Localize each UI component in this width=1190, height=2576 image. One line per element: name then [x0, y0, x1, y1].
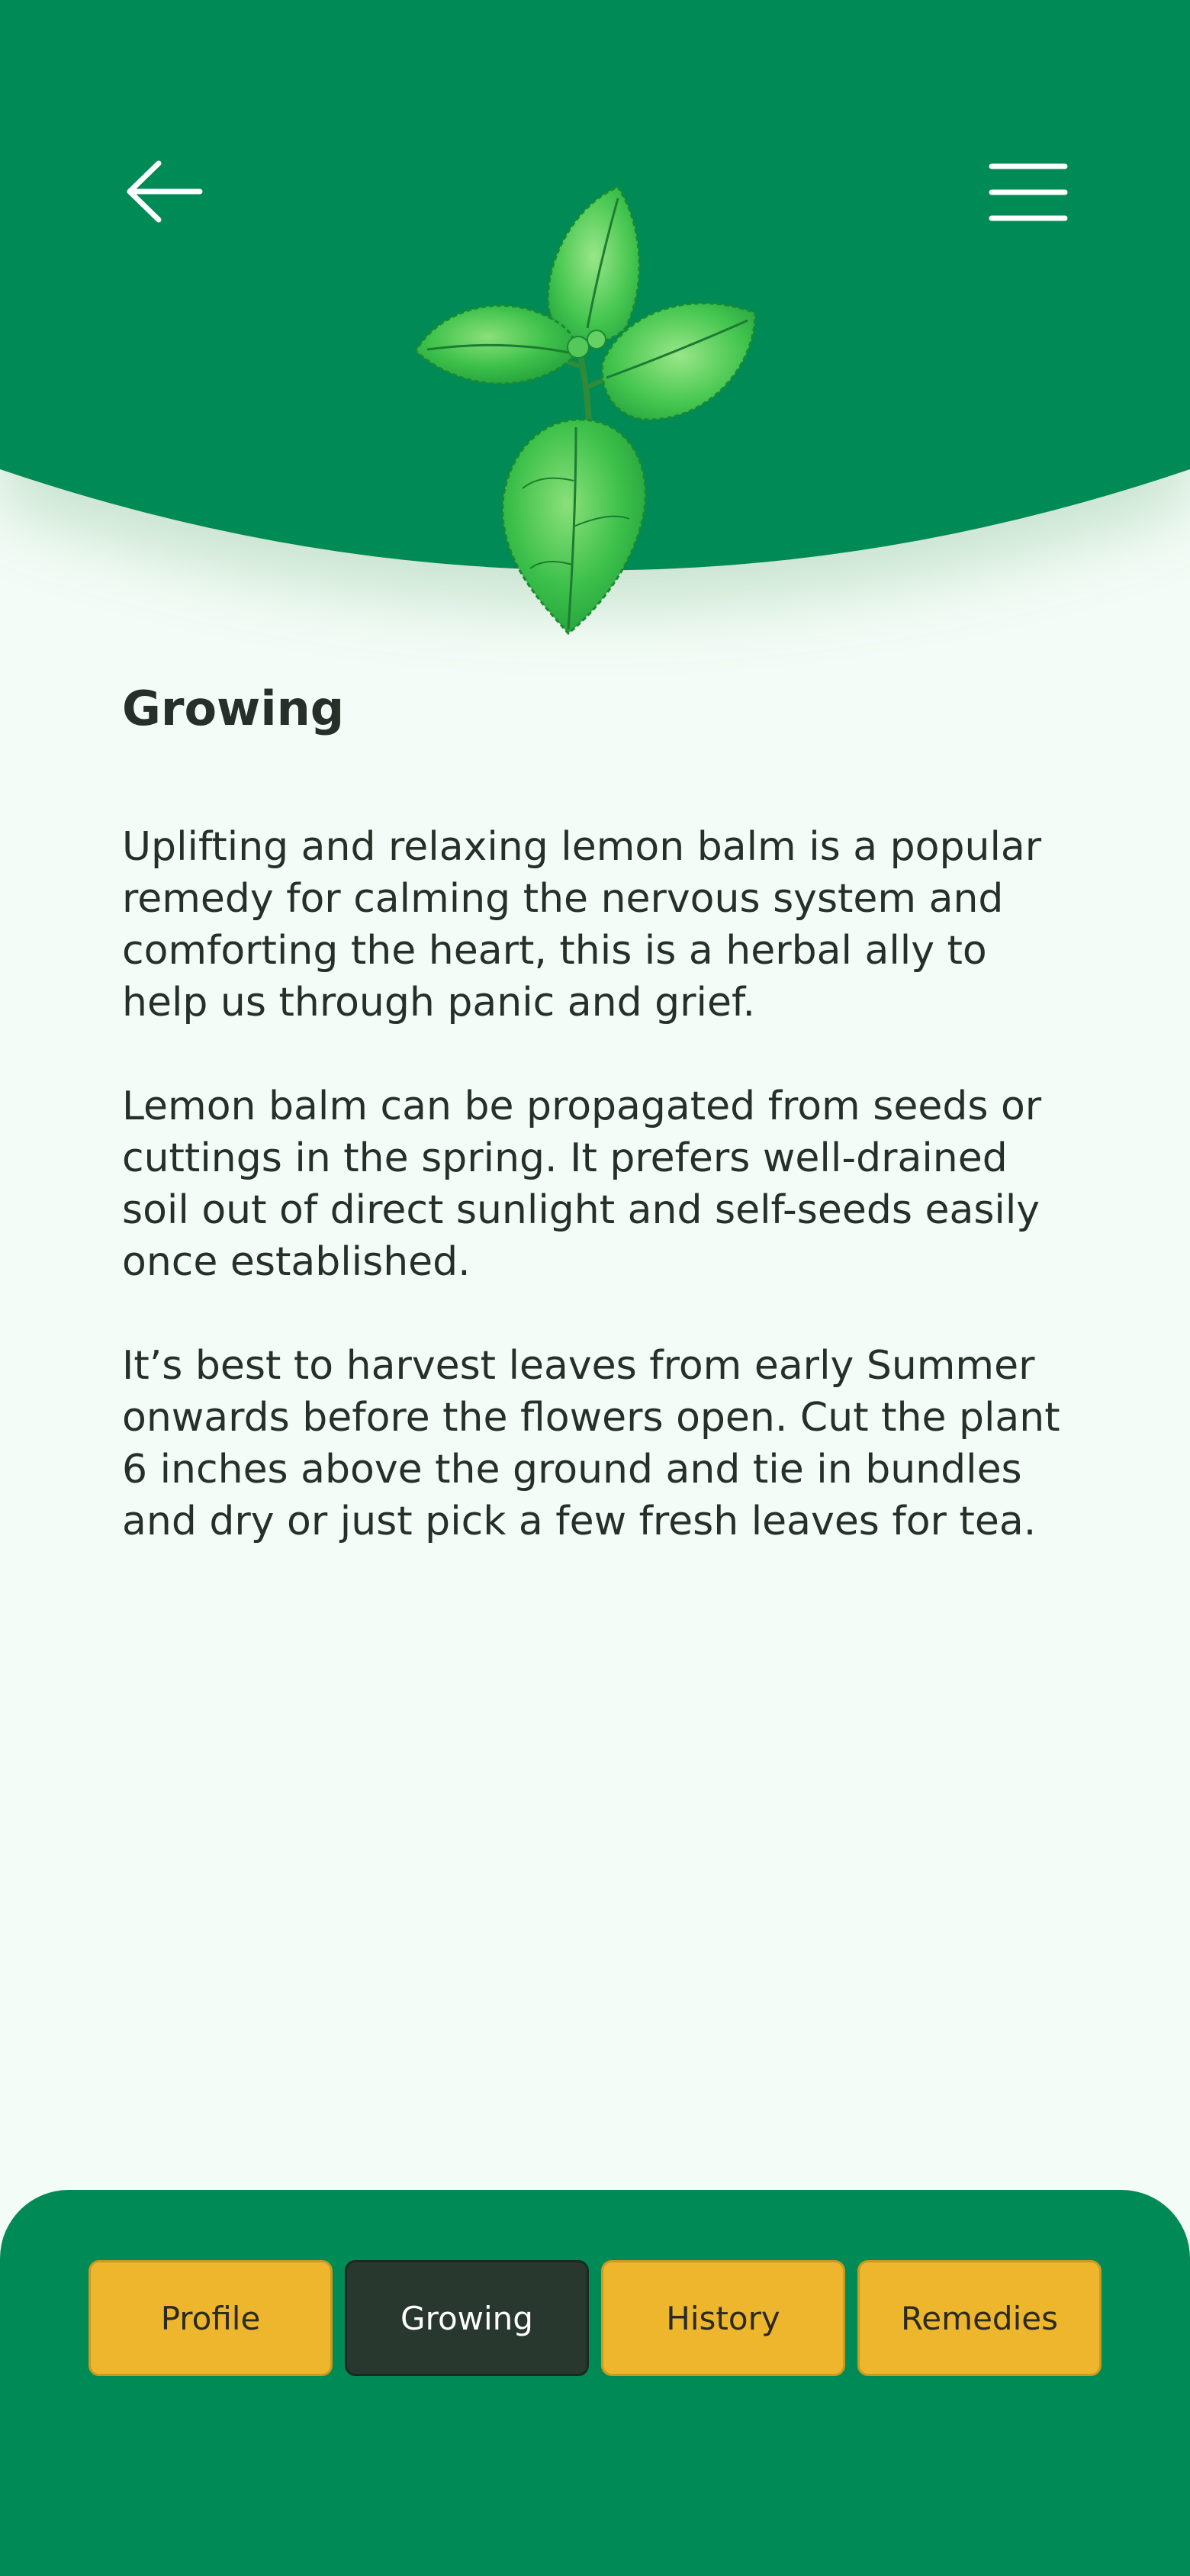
arrow-left-icon — [127, 160, 203, 223]
tab-growing[interactable]: Growing — [345, 2260, 589, 2376]
header — [0, 0, 1190, 636]
tab-history[interactable]: History — [601, 2260, 845, 2376]
back-button[interactable] — [114, 150, 214, 233]
tab-profile[interactable]: Profile — [88, 2260, 333, 2376]
menu-button[interactable] — [976, 150, 1076, 233]
content: Growing Uplifting and relaxing lemon bal… — [122, 681, 1068, 1599]
paragraph-intro: Uplifting and relaxing lemon balm is a p… — [122, 824, 1042, 1026]
hamburger-menu-icon — [989, 163, 1068, 221]
bottom-nav: Profile Growing History Remedies — [0, 2190, 1190, 2576]
tab-remedies[interactable]: Remedies — [857, 2260, 1102, 2376]
paragraph-propagation: Lemon balm can be propagated from seeds … — [122, 1084, 1042, 1286]
tab-bar: Profile Growing History Remedies — [88, 2260, 1102, 2376]
paragraph-harvest: It’s best to harvest leaves from early S… — [122, 1343, 1060, 1545]
page-title: Growing — [122, 681, 345, 736]
screen: Growing Uplifting and relaxing lemon bal… — [0, 0, 1190, 2576]
lemon-balm-illustration — [414, 185, 757, 636]
